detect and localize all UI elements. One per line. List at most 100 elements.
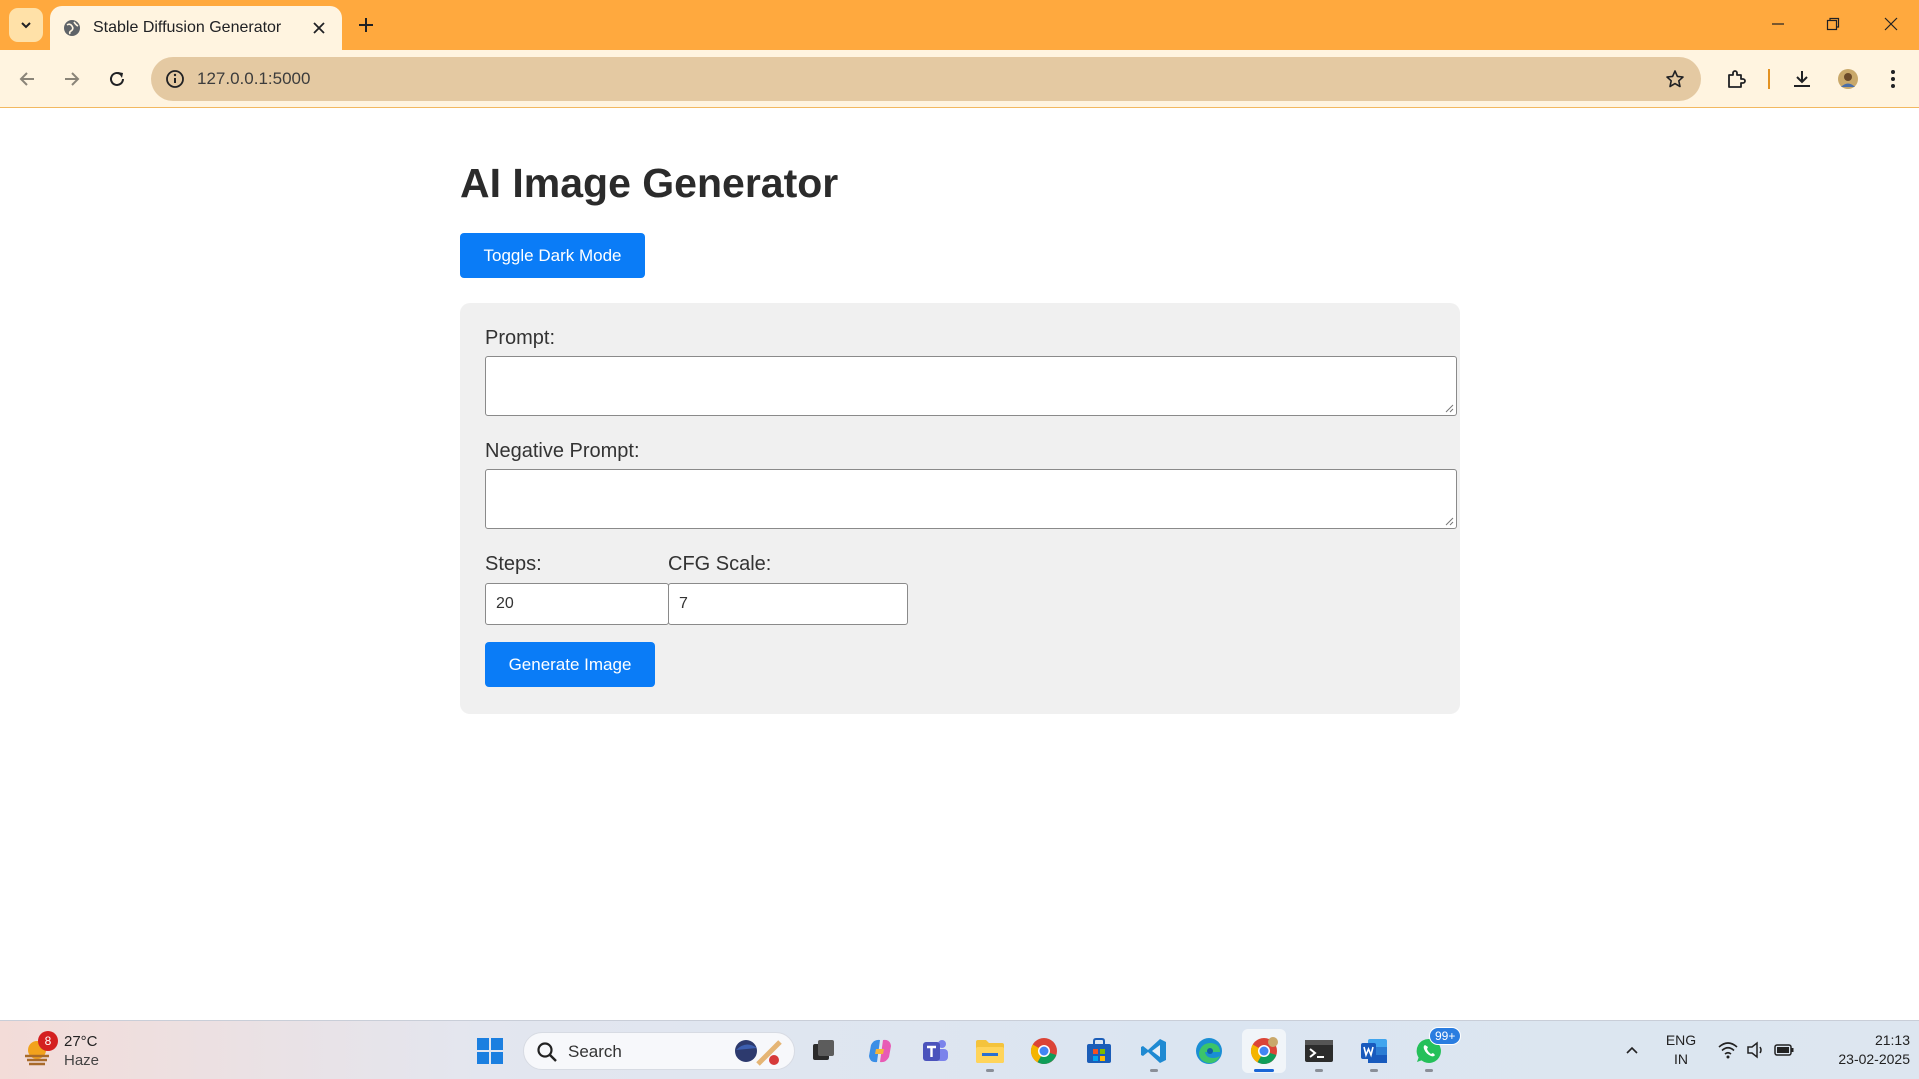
forward-button[interactable]	[54, 61, 90, 97]
microsoft-store-app[interactable]	[1077, 1029, 1121, 1073]
negative-prompt-textarea[interactable]	[485, 469, 1457, 529]
close-icon	[1884, 17, 1898, 31]
plus-icon	[359, 18, 373, 32]
teams-app[interactable]	[913, 1029, 957, 1073]
menu-button[interactable]	[1877, 63, 1909, 95]
start-button[interactable]	[468, 1029, 512, 1073]
edge-icon	[1196, 1038, 1222, 1064]
weather-widget[interactable]: 8 27°C Haze	[20, 1031, 100, 1071]
close-tab-button[interactable]	[308, 17, 330, 39]
cricket-illustration-icon	[735, 1040, 782, 1066]
more-vertical-icon	[1891, 70, 1895, 88]
task-view-icon	[813, 1040, 834, 1060]
whatsapp-app[interactable]: 99+	[1407, 1027, 1462, 1073]
back-button[interactable]	[9, 61, 45, 97]
system-clock[interactable]: 21:13 23-02-2025	[1810, 1031, 1910, 1069]
chrome-icon	[1030, 1038, 1057, 1065]
taskbar-search[interactable]: Search	[523, 1032, 795, 1070]
running-indicator	[1315, 1069, 1323, 1072]
region-code: IN	[1674, 1051, 1688, 1067]
toolbar-divider	[1768, 69, 1770, 89]
chrome-app[interactable]	[1022, 1029, 1066, 1073]
star-icon	[1666, 70, 1684, 88]
bookmark-button[interactable]	[1663, 67, 1687, 91]
page-title: AI Image Generator	[460, 160, 839, 206]
download-icon	[1794, 71, 1810, 87]
downloads-button[interactable]	[1786, 63, 1818, 95]
search-icon	[537, 1042, 557, 1062]
windows-icon	[477, 1038, 503, 1064]
info-icon	[166, 70, 184, 88]
resize-grip-icon	[1445, 517, 1454, 526]
chrome-icon	[1250, 1037, 1278, 1065]
language-code: ENG	[1665, 1032, 1697, 1048]
restore-icon	[1826, 17, 1840, 31]
temperature: 27°C	[64, 1033, 98, 1050]
generator-form: Prompt: Negative Prompt: Steps: CFG Scal…	[460, 303, 1460, 714]
chrome-profile-app[interactable]	[1242, 1029, 1286, 1073]
vscode-icon	[1141, 1039, 1166, 1063]
close-icon	[313, 22, 325, 34]
clock-time: 21:13	[1874, 1032, 1910, 1048]
new-tab-button[interactable]	[352, 11, 380, 39]
cfg-scale-label: CFG Scale:	[668, 553, 772, 575]
copilot-icon	[869, 1039, 891, 1063]
restore-button[interactable]	[1807, 6, 1859, 42]
site-info-button[interactable]	[163, 67, 187, 91]
wifi-icon	[1718, 1042, 1738, 1059]
store-icon	[1087, 1038, 1111, 1063]
puzzle-icon	[1728, 70, 1746, 88]
minimize-button[interactable]	[1752, 6, 1804, 42]
running-indicator	[1425, 1069, 1433, 1072]
copilot-app[interactable]	[858, 1029, 902, 1073]
steps-label: Steps:	[485, 553, 542, 575]
resize-grip-icon	[1445, 404, 1454, 413]
tab-search-button[interactable]	[9, 8, 43, 42]
teams-icon	[923, 1040, 948, 1061]
reload-icon	[110, 71, 124, 86]
word-app[interactable]	[1352, 1029, 1396, 1073]
running-indicator	[1150, 1069, 1158, 1072]
taskbar: 8 27°C Haze Search 99+ ENG IN 21:13 23-0…	[0, 1020, 1919, 1079]
address-bar[interactable]: 127.0.0.1:5000	[151, 57, 1701, 101]
language-indicator[interactable]: ENG IN	[1660, 1031, 1702, 1069]
toggle-dark-mode-button[interactable]: Toggle Dark Mode	[460, 233, 645, 278]
clock-date: 23-02-2025	[1838, 1051, 1910, 1067]
weather-condition: Haze	[64, 1052, 100, 1069]
tab-title: Stable Diffusion Generator	[93, 19, 282, 36]
edge-app[interactable]	[1187, 1029, 1231, 1073]
volume-icon	[1747, 1041, 1762, 1059]
weather-badge: 8	[38, 1031, 58, 1051]
profile-button[interactable]	[1832, 63, 1864, 95]
url-text[interactable]: 127.0.0.1:5000	[197, 69, 310, 89]
vscode-app[interactable]	[1132, 1029, 1176, 1073]
globe-icon	[64, 20, 80, 36]
chevron-up-icon	[1626, 1046, 1638, 1054]
prompt-textarea[interactable]	[485, 356, 1457, 416]
browser-tab[interactable]: Stable Diffusion Generator	[50, 6, 342, 50]
terminal-icon	[1305, 1040, 1333, 1062]
browser-tab-strip: Stable Diffusion Generator	[0, 0, 1919, 50]
cfg-scale-input[interactable]: 7	[668, 583, 908, 625]
chevron-down-icon	[21, 22, 31, 29]
whatsapp-badge: 99+	[1429, 1027, 1462, 1045]
extensions-button[interactable]	[1720, 63, 1752, 95]
running-indicator	[1370, 1069, 1378, 1072]
arrow-left-icon	[19, 72, 34, 86]
search-placeholder: Search	[568, 1042, 622, 1061]
task-view-button[interactable]	[802, 1029, 846, 1073]
folder-icon	[976, 1040, 1004, 1063]
terminal-app[interactable]	[1297, 1029, 1341, 1073]
generate-image-button[interactable]: Generate Image	[485, 642, 655, 687]
browser-toolbar: 127.0.0.1:5000	[0, 50, 1919, 108]
prompt-label: Prompt:	[485, 327, 556, 349]
system-tray[interactable]	[1714, 1039, 1794, 1063]
show-hidden-icons-button[interactable]	[1620, 1039, 1644, 1063]
reload-button[interactable]	[99, 61, 135, 97]
steps-input[interactable]: 20	[485, 583, 669, 625]
file-explorer-app[interactable]	[968, 1029, 1012, 1073]
minimize-icon	[1772, 23, 1784, 25]
close-window-button[interactable]	[1865, 6, 1917, 42]
running-indicator	[986, 1069, 994, 1072]
active-indicator	[1254, 1069, 1274, 1072]
